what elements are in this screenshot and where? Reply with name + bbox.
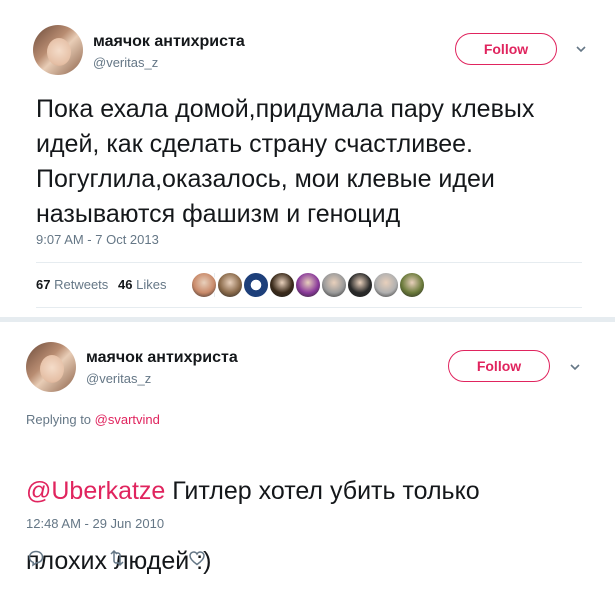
replying-to-prefix: Replying to — [26, 412, 92, 427]
replying-to-mention[interactable]: @svartvind — [95, 412, 160, 427]
retweets-stat[interactable]: 67 Retweets — [36, 277, 108, 292]
liker-avatar[interactable] — [269, 272, 295, 298]
display-name[interactable]: маячок антихриста — [93, 33, 245, 51]
user-handle[interactable]: @veritas_z — [93, 55, 158, 70]
retweets-label: Retweets — [54, 277, 109, 292]
reply-icon[interactable] — [27, 549, 45, 567]
tweet-reply: маячок антихриста @veritas_z Follow Repl… — [0, 322, 615, 593]
avatar[interactable] — [26, 342, 76, 392]
cia-seal-icon[interactable] — [243, 272, 269, 298]
follow-button[interactable]: Follow — [455, 33, 557, 65]
tweet-text: Пока ехала домой,придумала пару клевых и… — [36, 95, 535, 228]
likes-stat[interactable]: 46 Likes — [118, 277, 166, 292]
mention-link[interactable]: @Uberkatze — [26, 477, 165, 505]
avatar[interactable] — [33, 25, 83, 75]
user-handle[interactable]: @veritas_z — [86, 371, 151, 386]
follow-button-label: Follow — [483, 41, 529, 57]
likes-count: 46 — [118, 277, 133, 292]
like-icon[interactable] — [188, 549, 206, 567]
liker-avatar[interactable] — [399, 272, 425, 298]
tweet-text-line1: Гитлер хотел убить только — [165, 477, 480, 505]
replying-to: Replying to @svartvind — [26, 412, 160, 427]
liker-avatar[interactable] — [217, 272, 243, 298]
liker-avatar[interactable] — [373, 272, 399, 298]
follow-button[interactable]: Follow — [448, 350, 550, 382]
tweet-timestamp[interactable]: 12:48 AM - 29 Jun 2010 — [26, 516, 164, 531]
liker-avatar[interactable] — [191, 272, 217, 298]
tweet-timestamp[interactable]: 9:07 AM - 7 Oct 2013 — [36, 232, 159, 247]
chevron-down-icon[interactable] — [570, 362, 580, 372]
likes-label: Likes — [136, 277, 167, 292]
tweet-main: маячок антихриста @veritas_z Follow Пока… — [0, 0, 615, 317]
display-name[interactable]: маячок антихриста — [86, 349, 238, 367]
retweet-icon[interactable] — [108, 549, 126, 567]
liker-avatar[interactable] — [295, 272, 321, 298]
retweets-count: 67 — [36, 277, 51, 292]
tweet-stats: 67 Retweets 46 Likes — [36, 262, 582, 308]
liker-avatar[interactable] — [347, 272, 373, 298]
liker-avatar[interactable] — [321, 272, 347, 298]
follow-button-label: Follow — [476, 358, 522, 374]
chevron-down-icon[interactable] — [576, 44, 586, 54]
